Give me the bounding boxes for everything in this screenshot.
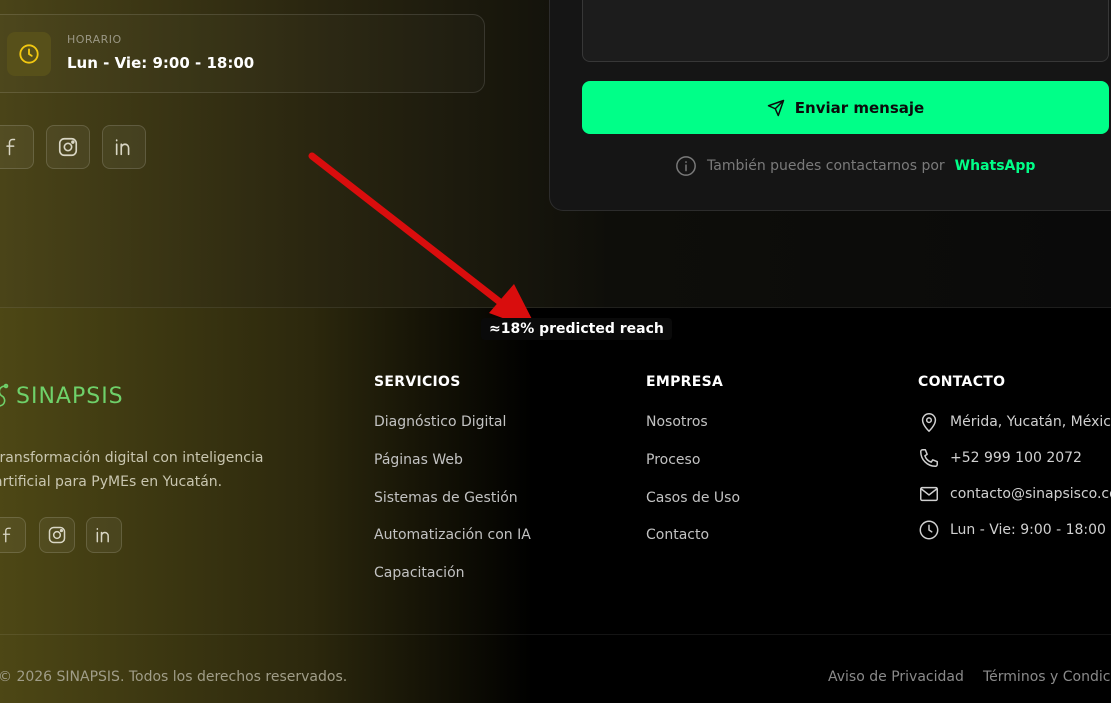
- annotation-arrow: [308, 152, 538, 331]
- terms-link[interactable]: Términos y Condiciones: [983, 669, 1111, 685]
- contact-title: CONTACTO: [918, 374, 1006, 390]
- instagram-icon: [48, 526, 66, 544]
- linkedin-icon: [96, 528, 109, 543]
- company-title: EMPRESA: [646, 374, 724, 390]
- services-title: SERVICIOS: [374, 374, 461, 390]
- predicted-reach-label: ≈18% predicted reach: [481, 318, 672, 340]
- footer-linkedin-button[interactable]: [86, 517, 122, 553]
- company-link[interactable]: Nosotros: [646, 414, 708, 430]
- phone-icon: [920, 449, 938, 467]
- footer-instagram-button[interactable]: [39, 517, 75, 553]
- company-link[interactable]: Casos de Uso: [646, 490, 740, 506]
- contact-phone[interactable]: +52 999 100 2072: [918, 447, 1082, 469]
- location-text: Mérida, Yucatán, México: [950, 414, 1111, 430]
- contact-location: Mérida, Yucatán, México: [918, 411, 1111, 433]
- copyright-text: © 2026 SINAPSIS. Todos los derechos rese…: [0, 669, 348, 685]
- sinapsis-logo[interactable]: SINAPSIS: [0, 382, 124, 410]
- services-link[interactable]: Diagnóstico Digital: [374, 414, 506, 430]
- company-link[interactable]: Contacto: [646, 527, 709, 543]
- mail-icon: [920, 486, 938, 502]
- hours-text: Lun - Vie: 9:00 - 18:00: [950, 522, 1106, 538]
- company-link[interactable]: Proceso: [646, 452, 700, 468]
- contact-email[interactable]: contacto@sinapsisco.com: [918, 483, 1111, 505]
- contact-hours: Lun - Vie: 9:00 - 18:00: [918, 519, 1106, 541]
- phone-text: +52 999 100 2072: [950, 450, 1082, 466]
- services-link[interactable]: Sistemas de Gestión: [374, 490, 518, 506]
- footer-facebook-button[interactable]: [0, 517, 26, 553]
- services-link[interactable]: Capacitación: [374, 565, 465, 581]
- services-link[interactable]: Automatización con IA: [374, 527, 531, 543]
- map-pin-icon: [921, 413, 937, 433]
- privacy-link[interactable]: Aviso de Privacidad: [828, 669, 964, 685]
- footer-tagline: transformación digital con inteligencia …: [0, 450, 264, 490]
- clock-icon: [919, 520, 939, 540]
- facebook-icon: [2, 527, 11, 543]
- email-text: contacto@sinapsisco.com: [950, 486, 1111, 502]
- services-link[interactable]: Páginas Web: [374, 452, 463, 468]
- logo-mark-icon: [0, 383, 9, 408]
- brand-name: SINAPSIS: [16, 383, 124, 409]
